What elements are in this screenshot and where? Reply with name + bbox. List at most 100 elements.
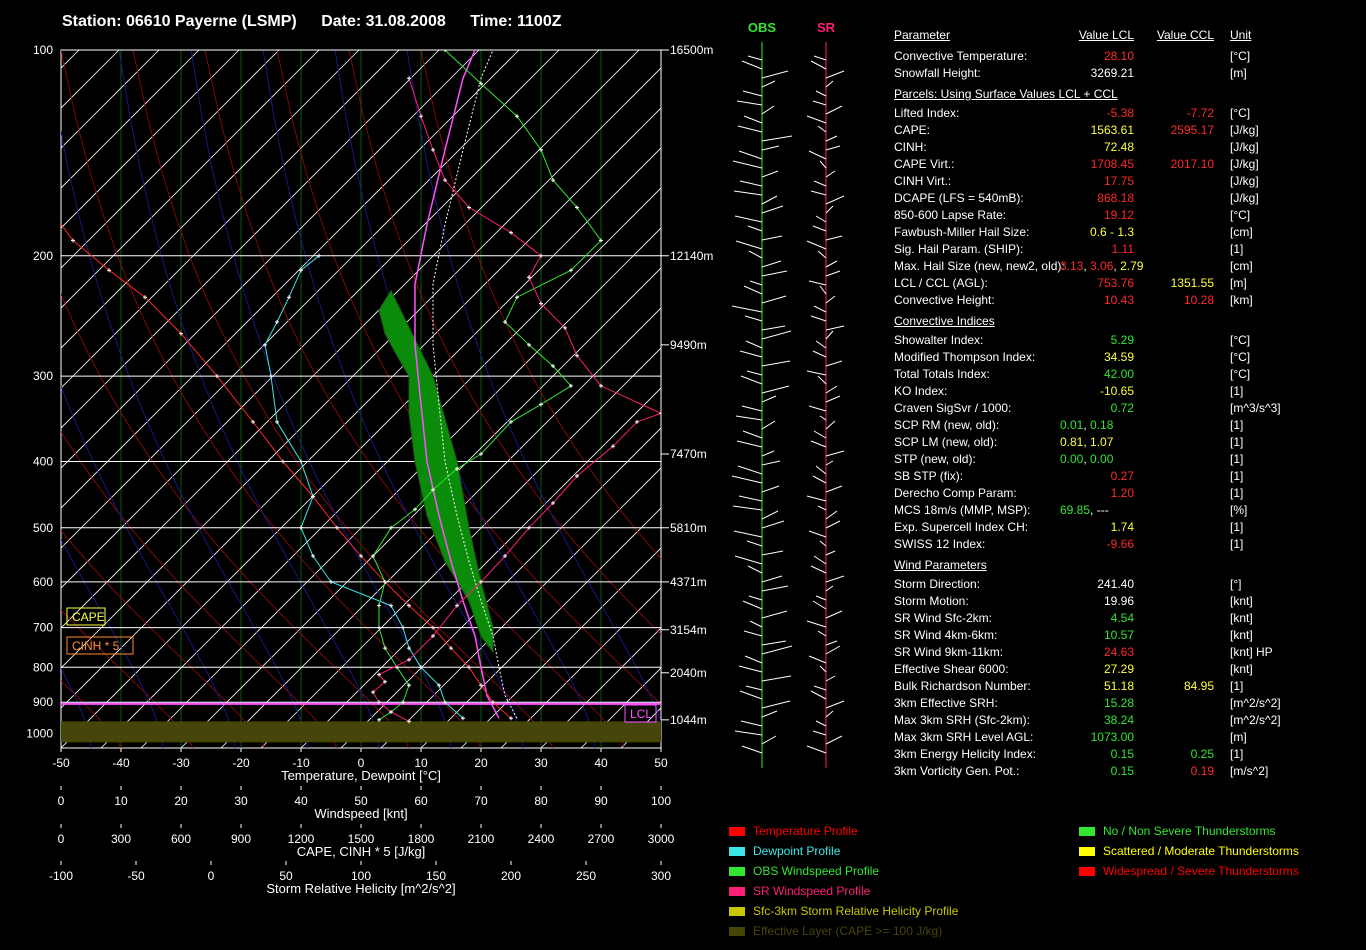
- wind-barb: [741, 745, 763, 754]
- wind-barb: [812, 600, 827, 610]
- legend-item: Effective Layer (CAPE >= 100 J/kg): [729, 924, 942, 938]
- x-tick-label: 900: [231, 832, 251, 846]
- x-tick-label: -100: [49, 869, 73, 883]
- wind-barb: [748, 595, 763, 601]
- label-cell: 850-600 Lapse Rate:: [894, 208, 1007, 222]
- label-cell: Total Totals Index:: [894, 367, 990, 381]
- wind-barb: [761, 450, 775, 457]
- table-row: Effective Shear 6000: 27.29 [knt]: [894, 661, 1314, 678]
- diagonal-line: [61, 50, 320, 309]
- x-tick-label: 30: [234, 794, 248, 808]
- wind-barb: [761, 645, 793, 655]
- legend-swatch: [729, 887, 745, 897]
- wind-barb: [825, 325, 845, 331]
- lcl-cell: 24.63: [1103, 645, 1134, 659]
- wind-barb: [738, 665, 763, 673]
- table-row: Exp. Supercell Index CH: 1.74 [1]: [894, 519, 1314, 536]
- data-point: [29, 168, 33, 172]
- unit-cell: [cm]: [1230, 225, 1253, 239]
- wind-barb: [808, 405, 827, 412]
- legend-swatch: [729, 927, 745, 937]
- moist-adiabat: [118, 50, 380, 748]
- lcl-cell: 1708.45: [1090, 157, 1134, 171]
- pressure-tick-label: 600: [33, 575, 53, 589]
- wind-barb: [825, 170, 836, 178]
- wind-barb: [817, 375, 827, 385]
- dry-adiabat: [420, 50, 661, 560]
- wind-barb: [735, 415, 763, 421]
- wind-barb: [825, 105, 843, 115]
- legend-swatch: [1079, 827, 1095, 837]
- unit-cell: [m]: [1230, 730, 1247, 744]
- wind-barb: [825, 710, 834, 718]
- table-row: SCP LM (new, old): 0.81, 1.07 [1]: [894, 434, 1314, 451]
- wind-barb: [743, 115, 763, 124]
- wind-barb: [810, 690, 827, 700]
- wind-barb: [761, 485, 780, 493]
- data-point: [275, 319, 279, 324]
- x-tick-label: 2100: [468, 832, 495, 846]
- table-row: Storm Motion: 19.96 [knt]: [894, 593, 1314, 610]
- lcl-cell: 0.6 - 1.3: [1089, 225, 1134, 239]
- lcl-cell: 1.74: [1110, 520, 1134, 534]
- wind-barb: [761, 145, 780, 151]
- wind-barb: [825, 145, 841, 151]
- label-cell: Exp. Supercell Index CH:: [894, 520, 1029, 534]
- wind-barb: [761, 395, 777, 403]
- x-tick-label: -30: [172, 756, 190, 770]
- unit hdr-cell: Unit: [1230, 28, 1252, 42]
- label-cell: Modified Thompson Index:: [894, 350, 1036, 364]
- label-cell: Snowfall Height:: [894, 66, 981, 80]
- pressure-tick-label: 200: [33, 249, 53, 263]
- wind-barb: [733, 190, 763, 196]
- x-tick-label: 90: [594, 794, 608, 808]
- wind-barb: [825, 510, 838, 520]
- wind-barb: [761, 585, 789, 592]
- wind-barb: [819, 160, 827, 169]
- table-row: Convective Height: 10.43 10.28 [km]: [894, 292, 1314, 309]
- label-cell: CINH Virt.:: [894, 174, 952, 188]
- wind-barb: [761, 330, 792, 340]
- legend-label: OBS Windspeed Profile: [753, 864, 880, 878]
- wind-barb: [825, 700, 845, 709]
- wind-barb: [825, 520, 841, 529]
- wind-barb: [741, 405, 763, 412]
- wind-barb: [736, 440, 763, 448]
- lcl-cell: 0.15: [1110, 747, 1134, 761]
- lcl-cell: 17.75: [1103, 174, 1134, 188]
- legend-label: Widespread / Severe Thunderstorms: [1103, 864, 1299, 878]
- data-point: [407, 76, 411, 81]
- label-cell: DCAPE (LFS = 540mB):: [894, 191, 1024, 205]
- diagonal-line: [260, 347, 661, 748]
- label-cell: 3km Energy Helicity Index:: [894, 747, 1037, 761]
- wind-barb: [815, 720, 827, 727]
- lcl-cell: -9.66: [1106, 537, 1134, 551]
- legend-item: OBS Windspeed Profile: [729, 864, 879, 878]
- unit-cell: [J/kg]: [1230, 174, 1259, 188]
- wind-barb: [761, 610, 788, 619]
- value-part: 0.01: [1060, 418, 1084, 432]
- wind-barb: [817, 630, 827, 637]
- unit-cell: [m/s^2]: [1230, 764, 1269, 778]
- table-row: Max 3km SRH Level AGL: 1073.00 [m]: [894, 729, 1314, 746]
- wind-barb: [817, 125, 827, 133]
- cape-label: CAPE: [72, 610, 105, 624]
- diagonal-line: [61, 50, 280, 269]
- wind-barb: [747, 565, 763, 574]
- legend-item: No / Non Severe Thunderstorms: [1079, 824, 1276, 838]
- unit-cell: [m]: [1230, 66, 1247, 80]
- diagonal-line: [61, 50, 360, 349]
- ccl-cell: 2595.17: [1170, 123, 1214, 137]
- wind-barb: [742, 90, 763, 97]
- wind-barb: [825, 640, 838, 646]
- unit-cell: [°C]: [1230, 49, 1251, 63]
- unit-cell: [°C]: [1230, 350, 1251, 364]
- wind-barb: [825, 585, 834, 592]
- unit-cell: [°C]: [1230, 106, 1251, 120]
- section-header: Parcels: Using Surface Values LCL + CCL: [894, 86, 1314, 103]
- lcl-cell: 15.28: [1103, 696, 1134, 710]
- legend-item: Dewpoint Profile: [729, 844, 840, 858]
- x-axis-label: Temperature, Dewpoint [°C]: [281, 768, 441, 783]
- wind-barb: [806, 115, 827, 124]
- value-part: 3.06: [1090, 259, 1114, 273]
